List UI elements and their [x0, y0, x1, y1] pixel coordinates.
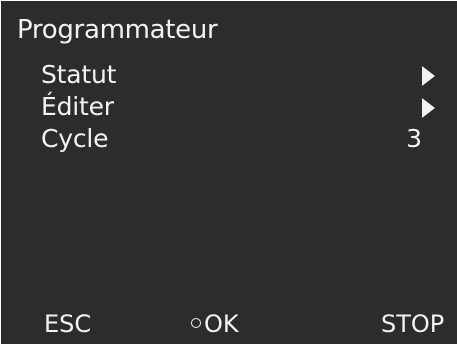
menu-item-label: Statut [41, 60, 117, 89]
menu-item-editer[interactable]: Éditer [41, 91, 441, 123]
device-screen: Programmateur Statut Éditer Cycle 3 ESC … [1, 1, 457, 344]
right-arrow-icon [422, 98, 435, 118]
ok-label: OK [204, 310, 239, 338]
menu-item-label: Éditer [41, 92, 114, 121]
screen-title: Programmateur [17, 15, 218, 45]
stop-softkey[interactable]: STOP [381, 308, 444, 340]
ring-icon [191, 318, 201, 328]
menu-item-label: Cycle [41, 124, 109, 153]
cycle-value: 3 [406, 124, 422, 153]
menu-item-statut[interactable]: Statut [41, 59, 441, 91]
right-arrow-icon [422, 66, 435, 86]
esc-softkey[interactable]: ESC [44, 308, 91, 340]
ok-softkey[interactable]: OK [191, 308, 239, 340]
menu-list: Statut Éditer Cycle 3 [41, 59, 441, 155]
softkey-bar: ESC OK STOP [1, 308, 457, 340]
menu-item-cycle[interactable]: Cycle 3 [41, 123, 441, 155]
